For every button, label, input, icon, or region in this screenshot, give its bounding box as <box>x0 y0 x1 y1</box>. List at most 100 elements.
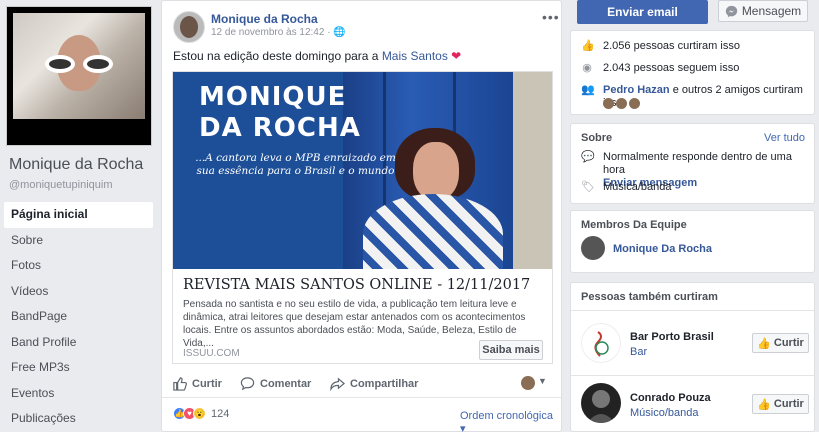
likes-row: 👍 2.056 pessoas curtiram isso <box>581 40 740 53</box>
acting-as-avatar[interactable] <box>521 376 535 390</box>
message-button-label: Mensagem <box>741 4 802 18</box>
heart-icon: ❤ <box>447 49 462 63</box>
like-conrado-pouza-button[interactable]: 👍 Curtir <box>752 394 809 414</box>
chat-bubble-icon: 💬 <box>581 151 595 163</box>
link-domain: ISSUU.COM <box>183 348 240 359</box>
post-text: Estou na edição deste domingo para a Mai… <box>173 49 461 63</box>
image-subtitle: ...A cantora leva o MPB enraizado em sua… <box>195 152 396 177</box>
comment-icon <box>240 377 255 391</box>
image-title-line2: DA ROCHA <box>199 113 361 143</box>
post-text-prefix: Estou na edição deste domingo para a <box>173 49 382 63</box>
wall-backdrop <box>513 72 552 269</box>
bar-porto-brasil-avatar[interactable] <box>581 323 621 363</box>
page-handle[interactable]: @moniquetupiniquim <box>9 179 113 191</box>
chevron-down-icon[interactable]: ▼ <box>538 376 547 386</box>
category-icon: 🏷 <box>581 181 595 193</box>
post-actions: Curtir Comentar Compartilhar ▼ <box>162 368 561 398</box>
image-title: MONIQUE DA ROCHA <box>199 82 361 144</box>
share-icon <box>330 377 345 391</box>
friend-avatar[interactable] <box>616 98 627 109</box>
thumbs-up-icon: 👍 <box>757 337 771 350</box>
profile-picture <box>13 13 145 119</box>
see-all-link[interactable]: Ver tudo <box>764 132 805 144</box>
page-category[interactable]: Música/banda <box>603 181 672 194</box>
link-preview-image[interactable]: MONIQUE DA ROCHA ...A cantora leva o MPB… <box>173 72 552 269</box>
learn-more-button[interactable]: Saiba mais <box>479 340 543 360</box>
also-liked-card: Pessoas também curtiram Bar Porto Brasil… <box>570 282 815 432</box>
also-liked-header: Pessoas também curtiram <box>581 291 718 303</box>
member-avatar[interactable] <box>581 236 605 260</box>
nav-item-band-profile[interactable]: Band Profile <box>4 330 153 356</box>
bar-porto-brasil-category[interactable]: Bar <box>630 346 647 358</box>
share-label: Compartilhar <box>350 377 419 390</box>
nav-item-about[interactable]: Sobre <box>4 228 153 254</box>
sunglasses <box>41 55 117 73</box>
post-timestamp[interactable]: 12 de novembro às 12:42 · 🌐 <box>211 27 346 38</box>
comment-order-dropdown[interactable]: Ordem cronológica ▾ <box>460 410 561 432</box>
nav-item-bandpage[interactable]: BandPage <box>4 304 153 330</box>
like-button[interactable]: Curtir <box>172 376 222 391</box>
about-header: Sobre <box>581 132 613 144</box>
nav-item-home[interactable]: Página inicial <box>4 202 153 228</box>
thumbs-up-icon: 👍 <box>757 398 771 411</box>
thumbs-up-icon: 👍 <box>581 40 595 52</box>
likes-count: 2.056 pessoas curtiram isso <box>603 40 740 52</box>
friend-faces[interactable] <box>603 98 640 109</box>
send-email-button[interactable]: Enviar email <box>577 0 708 24</box>
member-name[interactable]: Monique Da Rocha <box>613 243 712 255</box>
nav-item-posts[interactable]: Publicações <box>4 406 153 432</box>
image-title-line1: MONIQUE <box>199 82 347 112</box>
nav-item-free-mp3s[interactable]: Free MP3s <box>4 355 153 381</box>
like-bar-porto-brasil-button[interactable]: 👍 Curtir <box>752 333 809 353</box>
about-card: Sobre Ver tudo 💬 Normalmente responde de… <box>570 123 815 204</box>
author-avatar[interactable] <box>173 11 205 43</box>
singer-dress <box>363 194 503 269</box>
follows-row: ◉ 2.043 pessoas seguem isso <box>581 62 739 75</box>
nav-item-videos[interactable]: Vídeos <box>4 279 153 305</box>
post-card: Monique da Rocha 12 de novembro às 12:42… <box>161 0 562 432</box>
share-button[interactable]: Compartilhar <box>330 376 418 391</box>
like-label: Curtir <box>192 377 222 390</box>
conrado-photo <box>587 390 615 423</box>
post-menu-icon[interactable]: ••• <box>542 9 560 25</box>
conrado-pouza-name[interactable]: Conrado Pouza <box>630 392 711 404</box>
category-row: 🏷 Música/banda <box>581 181 672 194</box>
curtir-label: Curtir <box>773 337 804 349</box>
comment-label: Comentar <box>260 377 312 390</box>
friend-avatar[interactable] <box>629 98 640 109</box>
conrado-pouza-category[interactable]: Músico/banda <box>630 407 699 419</box>
curtir-label: Curtir <box>773 398 804 410</box>
friends-icon: 👥 <box>581 84 595 96</box>
messenger-icon <box>725 5 737 17</box>
divider <box>571 310 814 311</box>
wow-reaction-icon: 😮 <box>193 407 206 420</box>
team-card: Membros Da Equipe Monique Da Rocha <box>570 210 815 273</box>
rss-icon: ◉ <box>582 62 592 74</box>
cover-photo[interactable] <box>6 6 152 146</box>
team-header: Membros Da Equipe <box>581 219 687 231</box>
divider <box>571 375 814 376</box>
response-time: Normalmente responde dentro de uma hora <box>603 151 792 176</box>
post-author[interactable]: Monique da Rocha <box>211 12 318 26</box>
follows-count: 2.043 pessoas seguem isso <box>603 62 740 74</box>
friend-link[interactable]: Pedro Hazan <box>603 84 670 96</box>
thumbs-up-icon <box>173 377 187 391</box>
post-time-text: 12 de novembro às 12:42 · <box>211 27 334 38</box>
link-title[interactable]: REVISTA MAIS SANTOS ONLINE - 12/11/2017 <box>183 277 530 293</box>
link-preview[interactable]: MONIQUE DA ROCHA ...A cantora leva o MPB… <box>172 71 553 364</box>
conrado-pouza-avatar[interactable] <box>581 383 621 423</box>
friend-avatar[interactable] <box>603 98 614 109</box>
singer-face <box>413 142 459 200</box>
nav-item-events[interactable]: Eventos <box>4 381 153 407</box>
nav-item-photos[interactable]: Fotos <box>4 253 153 279</box>
post-text-link[interactable]: Mais Santos <box>382 49 448 63</box>
page-nav: Página inicial Sobre Fotos Vídeos BandPa… <box>4 202 153 432</box>
globe-icon: 🌐 <box>333 27 346 38</box>
page-name[interactable]: Monique da Rocha <box>9 156 143 174</box>
message-button[interactable]: Mensagem <box>718 0 808 22</box>
reactions-summary[interactable]: 👍 ♥ 😮 124 <box>173 407 229 420</box>
comment-button[interactable]: Comentar <box>240 376 311 391</box>
bar-logo <box>594 331 609 357</box>
community-card: 👍 2.056 pessoas curtiram isso ◉ 2.043 pe… <box>570 30 815 115</box>
bar-porto-brasil-name[interactable]: Bar Porto Brasil <box>630 331 714 343</box>
